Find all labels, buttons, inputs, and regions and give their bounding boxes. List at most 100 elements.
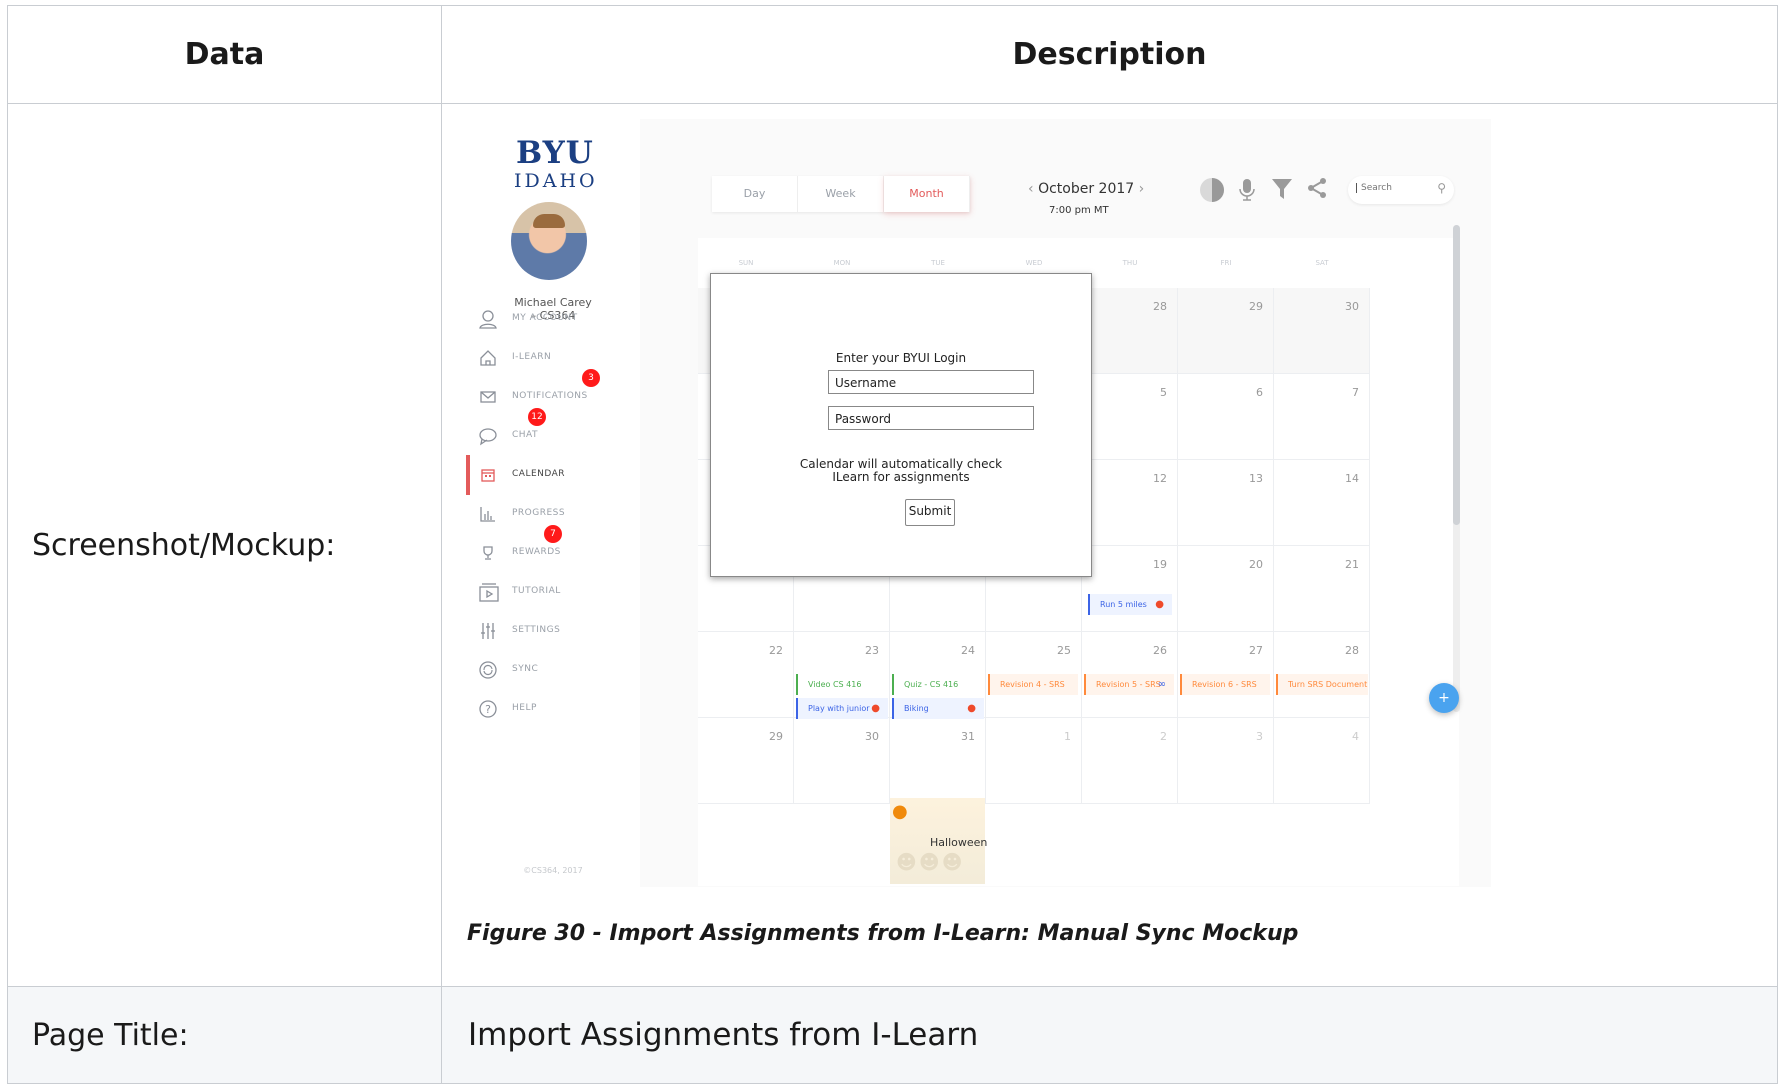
calendar-day-cell[interactable]: 29 [698,718,794,804]
theme-toggle-icon[interactable] [1199,177,1225,203]
nav-item-my-account[interactable]: MY ACCOUNT [466,299,640,339]
chat-badge: 12 [528,408,546,426]
nav-item-notifications[interactable]: NOTIFICATIONS 3 [466,369,640,417]
chat-icon [478,426,498,446]
username-field[interactable]: Username [828,370,1034,394]
day-number: 19 [1153,558,1167,571]
nav-item-settings[interactable]: SETTINGS [466,611,640,651]
day-header-thu: THU [1122,259,1138,267]
play-icon [478,582,499,602]
modal-note: Calendar will automatically check ILearn… [799,457,1003,484]
row-label-page-title: Page Title: [7,986,442,1084]
tab-day[interactable]: Day [712,176,798,212]
calendar-day-cell[interactable]: 7 [1274,374,1370,460]
search-input[interactable] [1356,183,1437,193]
day-number: 13 [1249,472,1263,485]
day-number: 1 [1064,730,1071,743]
nav-item-rewards[interactable]: REWARDS 7 [466,525,640,573]
nav-item-chat[interactable]: CHAT 12 [466,408,640,456]
event-revision-6[interactable]: Revision 6 - SRS [1180,674,1270,695]
chevron-left-icon[interactable]: ‹ [1028,181,1034,197]
halloween-label: Halloween [930,836,988,849]
filter-icon[interactable] [1269,177,1295,203]
calendar-day-cell[interactable]: 29 [1178,288,1274,374]
nav-item-help[interactable]: ? HELP [466,689,640,729]
search-box: ⚲ [1348,176,1454,204]
calendar-day-cell[interactable]: 3 [1178,718,1274,804]
password-field[interactable]: Password [828,406,1034,430]
calendar-day-cell[interactable]: 21 [1274,546,1370,632]
day-number: 28 [1345,644,1359,657]
event-quiz[interactable]: Quiz - CS 416 [892,674,982,695]
share-icon[interactable] [1304,177,1330,203]
day-number: 7 [1352,386,1359,399]
scrollbar-thumb[interactable] [1453,225,1460,525]
event-biking[interactable]: Biking ● [892,698,984,719]
calendar-day-cell[interactable]: 4 [1274,718,1370,804]
event-revision-5[interactable]: Revision 5 - SRS ∞ [1084,674,1174,695]
calendar-day-cell[interactable]: 13 [1178,460,1274,546]
row-label-screenshot: Screenshot/Mockup: [7,103,442,987]
calendar-day-cell[interactable]: 31 [890,718,986,804]
day-number: 3 [1256,730,1263,743]
month-label: October 2017 [1038,181,1135,197]
link-icon: ∞ [1157,679,1166,690]
calendar-day-cell[interactable]: 2 [1082,718,1178,804]
location-pin-icon: ● [1155,599,1164,610]
day-number: 22 [769,644,783,657]
day-number: 29 [1249,300,1263,313]
nav-item-i-learn[interactable]: I-LEARN [466,338,640,378]
event-run[interactable]: Run 5 miles ● [1088,594,1172,615]
view-switcher: Day Week Month [712,176,970,212]
sidebar: BYU IDAHO Michael Carey – CS364 MY ACCOU… [466,119,640,887]
avatar[interactable] [511,202,587,280]
nav-item-calendar[interactable]: CALENDAR [466,455,640,495]
day-number: 26 [1153,644,1167,657]
submit-button[interactable]: Submit [905,499,955,526]
page-title-value: Import Assignments from I-Learn [441,986,1778,1084]
chevron-right-icon[interactable]: › [1139,181,1145,197]
calendar-day-cell[interactable]: 30 [1274,288,1370,374]
pumpkin-icon: ● [892,801,908,822]
day-number: 4 [1352,730,1359,743]
calendar-day-cell[interactable]: 30 [794,718,890,804]
day-number: 2 [1160,730,1167,743]
add-event-button[interactable]: + [1429,683,1459,713]
calendar-day-cell[interactable]: 12 [1082,460,1178,546]
nav-item-sync[interactable]: SYNC [466,650,640,690]
day-number: 30 [865,730,879,743]
calendar-day-cell[interactable]: 14 [1274,460,1370,546]
figure-caption: Figure 30 - Import Assignments from I-Le… [467,921,1299,946]
event-revision-4[interactable]: Revision 4 - SRS [988,674,1078,695]
calendar-day-cell[interactable]: 22 [698,632,794,718]
day-number: 28 [1153,300,1167,313]
day-number: 30 [1345,300,1359,313]
calendar-day-cell[interactable]: 1 [986,718,1082,804]
tab-week[interactable]: Week [798,176,884,212]
day-number: 21 [1345,558,1359,571]
day-number: 29 [769,730,783,743]
svg-text:?: ? [485,703,491,716]
day-number: 20 [1249,558,1263,571]
event-play[interactable]: Play with junior ● [796,698,888,719]
calendar-day-cell[interactable]: 28 [1082,288,1178,374]
day-header-sat: SAT [1315,259,1329,267]
event-turn-srs[interactable]: Turn SRS Document [1276,674,1368,695]
byu-logo: BYU [516,135,594,171]
calendar-day-cell[interactable]: 20 [1178,546,1274,632]
calendar-day-cell[interactable]: 6 [1178,374,1274,460]
mail-icon [478,387,498,407]
calendar-day-cell[interactable]: 5 [1082,374,1178,460]
search-icon[interactable]: ⚲ [1437,181,1446,195]
home-icon [478,348,498,368]
sliders-icon [478,621,498,641]
tab-month[interactable]: Month [884,176,970,212]
day-number: 25 [1057,644,1071,657]
location-pin-icon: ● [967,703,976,714]
event-video[interactable]: Video CS 416 [796,674,886,695]
halloween-cell-art: ● Halloween ☻☻☻ [890,798,988,884]
calendar-day-cell[interactable]: 19 [1082,546,1178,632]
idaho-logo: IDAHO [514,170,598,192]
nav-item-tutorial[interactable]: TUTORIAL [466,572,640,612]
microphone-icon[interactable] [1234,177,1260,203]
